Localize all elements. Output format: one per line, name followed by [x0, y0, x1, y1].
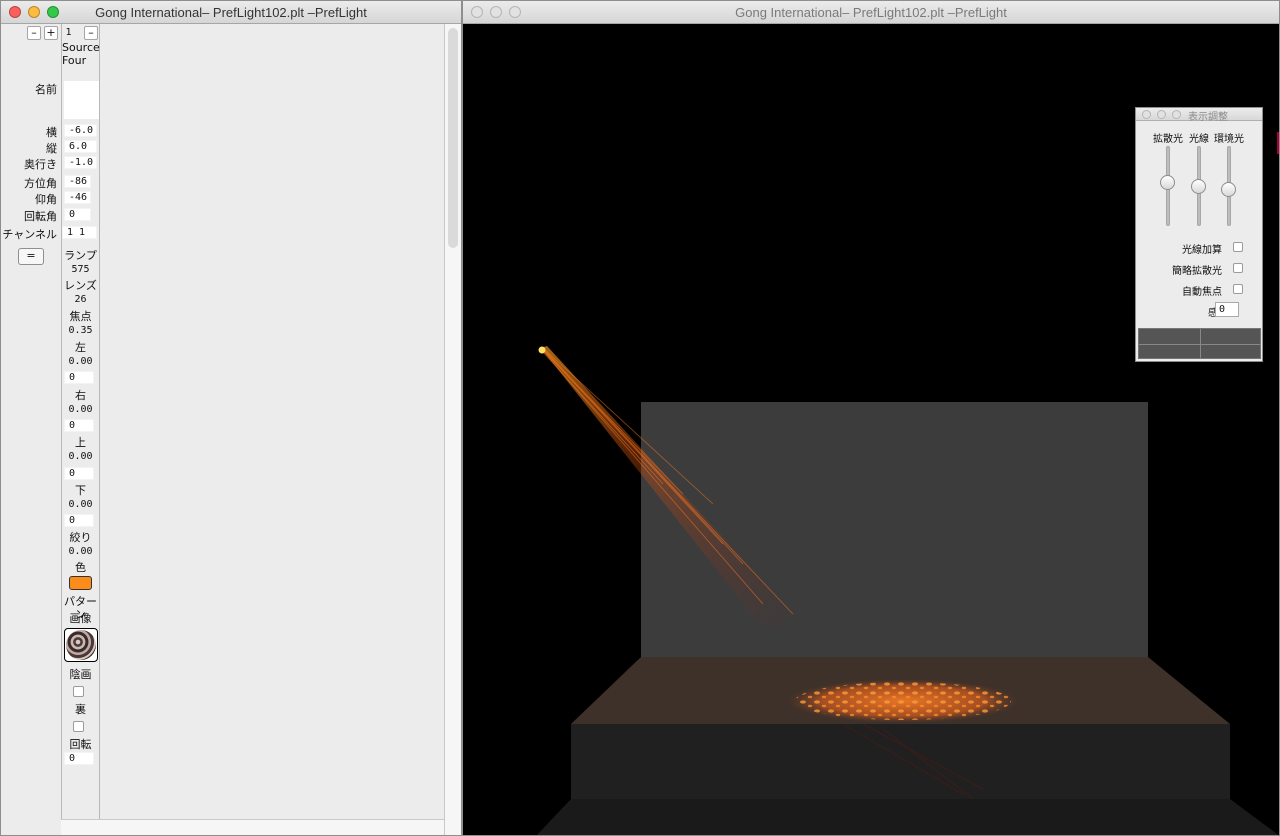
- elevation-label: 仰角: [35, 193, 57, 206]
- horizontal-scrollbar[interactable]: [61, 819, 444, 835]
- pattern-rotation-label: 回転: [69, 738, 92, 751]
- x-label: 横: [46, 126, 57, 139]
- fixture-type-line1: Source: [62, 41, 100, 54]
- left-label: 左: [75, 341, 86, 354]
- bottom-value: 0.00: [68, 499, 93, 510]
- rotation-label: 回転角: [24, 210, 57, 223]
- panel-title: 表示調整: [1188, 112, 1228, 123]
- preview-window-title: Gong International– PrefLight102.plt –Pr…: [735, 5, 1007, 20]
- fixture-type-line2: Four: [62, 54, 87, 67]
- left-value: 0.00: [68, 356, 93, 367]
- azimuth-label: 方位角: [24, 177, 57, 190]
- panel-title-bar[interactable]: 表示調整: [1136, 108, 1262, 123]
- top-label: 上: [75, 436, 86, 449]
- right-label: 右: [75, 389, 86, 402]
- right-field[interactable]: 0: [64, 419, 94, 432]
- name-field[interactable]: [64, 81, 99, 119]
- image-label: 画像: [69, 612, 92, 625]
- lens-label: レンズ: [64, 279, 97, 292]
- value-column: 1 – Source Four -6.0 6.0 -1.0 -86 -46 0 …: [61, 24, 100, 819]
- remove-fixture-button[interactable]: –: [27, 26, 41, 40]
- label-column: – + 名前 横 縦 奥行き 方位角 仰角 回転角 チャンネル =: [1, 24, 61, 835]
- title-bar[interactable]: Gong International– PrefLight102.plt –Pr…: [1, 1, 461, 24]
- vertical-scrollbar[interactable]: [444, 24, 461, 835]
- iris-label: 絞り: [69, 531, 92, 544]
- ambient-slider-knob[interactable]: [1221, 181, 1236, 197]
- fixture-number: 1: [65, 27, 72, 38]
- auto-focus-label: 自動焦点: [1182, 287, 1222, 298]
- panel-preview-grid: [1138, 328, 1261, 359]
- pattern-rotation-field[interactable]: 0: [64, 752, 94, 765]
- sensitivity-field[interactable]: 0: [1215, 302, 1239, 317]
- y-label: 縦: [46, 142, 57, 155]
- stage-front: [571, 724, 1230, 799]
- light-fixture[interactable]: [538, 346, 546, 354]
- back-label: 裏: [75, 703, 86, 716]
- azimuth-field[interactable]: -86: [64, 175, 91, 188]
- back-checkbox[interactable]: [73, 721, 84, 732]
- gobo-image-thumbnail[interactable]: [64, 628, 98, 662]
- top-field[interactable]: 0: [64, 467, 94, 480]
- auto-focus-checkbox[interactable]: [1233, 284, 1243, 294]
- left-field[interactable]: 0: [64, 371, 94, 384]
- color-label: 色: [75, 561, 86, 574]
- diffuse-header: 拡散光: [1153, 134, 1183, 145]
- empty-list-area: [100, 24, 444, 819]
- color-swatch[interactable]: [69, 576, 92, 590]
- properties-window: Gong International– PrefLight102.plt –Pr…: [0, 0, 462, 836]
- ambient-slider[interactable]: [1221, 146, 1236, 226]
- iris-value[interactable]: 0.00: [62, 545, 99, 558]
- simple-diffuse-label: 簡略拡散光: [1172, 266, 1222, 277]
- simple-diffuse-checkbox[interactable]: [1233, 263, 1243, 273]
- ray-add-label: 光線加算: [1182, 245, 1222, 256]
- depth-field[interactable]: -1.0: [64, 156, 97, 169]
- top-value: 0.00: [68, 451, 93, 462]
- window-title: Gong International– PrefLight102.plt –Pr…: [95, 5, 367, 20]
- depth-label: 奥行き: [24, 158, 57, 171]
- fixture-remove-small-button[interactable]: –: [84, 26, 98, 40]
- floor-apron: [536, 799, 1279, 835]
- focus-label: 焦点: [69, 310, 92, 323]
- name-label: 名前: [35, 83, 57, 96]
- ray-slider-knob[interactable]: [1191, 178, 1206, 194]
- shade-checkbox[interactable]: [73, 686, 84, 697]
- rotation-field[interactable]: 0: [64, 208, 91, 221]
- shade-label: 陰画: [69, 668, 92, 681]
- right-value: 0.00: [68, 404, 93, 415]
- y-field[interactable]: 6.0: [64, 140, 97, 153]
- ray-header: 光線: [1189, 134, 1209, 145]
- display-adjust-panel: 表示調整 拡散光 光線 環境光 光線加算 簡略拡散光 自動焦点 感度 0: [1135, 107, 1263, 362]
- scrollbar-thumb[interactable]: [448, 28, 458, 248]
- bottom-label: 下: [75, 484, 86, 497]
- diffuse-slider-knob[interactable]: [1160, 175, 1175, 191]
- ray-add-checkbox[interactable]: [1233, 242, 1243, 252]
- elevation-field[interactable]: -46: [64, 191, 91, 204]
- back-wall: [641, 402, 1148, 657]
- preview-window: Gong International– PrefLight102.plt –Pr…: [462, 0, 1280, 836]
- equal-button[interactable]: =: [18, 248, 44, 265]
- lens-value[interactable]: 26: [62, 293, 99, 306]
- x-field[interactable]: -6.0: [64, 124, 97, 137]
- channel-label: チャンネル: [2, 228, 57, 241]
- light-spot-texture: [795, 682, 1011, 720]
- ray-slider[interactable]: [1191, 146, 1206, 226]
- lamp-label: ランプ: [64, 249, 97, 262]
- preview-title-bar[interactable]: Gong International– PrefLight102.plt –Pr…: [463, 1, 1279, 24]
- diffuse-slider[interactable]: [1160, 146, 1175, 226]
- lamp-value[interactable]: 575: [62, 263, 99, 276]
- grid-line-v: [1200, 329, 1201, 358]
- focus-value[interactable]: 0.35: [62, 324, 99, 337]
- channel-field[interactable]: 1 1: [62, 226, 97, 239]
- bottom-field[interactable]: 0: [64, 514, 94, 527]
- ambient-header: 環境光: [1214, 134, 1244, 145]
